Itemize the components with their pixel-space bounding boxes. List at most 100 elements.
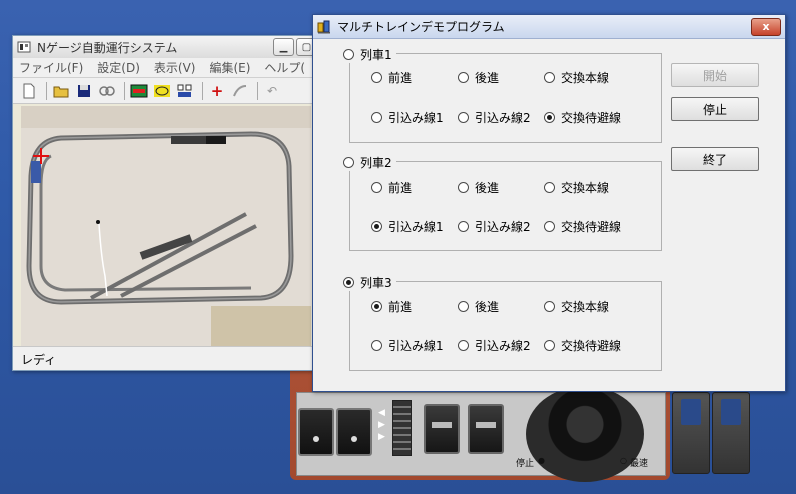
link-icon[interactable] xyxy=(97,81,117,101)
train1-siding2-option[interactable]: 引込み線2 xyxy=(458,109,531,126)
train1-passing-radio[interactable] xyxy=(544,112,555,123)
toolbar-separator xyxy=(202,81,203,100)
curve-tool-icon[interactable] xyxy=(230,81,250,101)
toolbar: + ↶ xyxy=(13,78,321,104)
train1-forward-radio[interactable] xyxy=(371,72,382,83)
stop-button[interactable]: 停止 xyxy=(671,97,759,121)
menu-help[interactable]: ヘルプ( xyxy=(264,59,305,76)
train3-mainline-option[interactable]: 交換本線 xyxy=(544,298,609,315)
menu-edit[interactable]: 編集(E) xyxy=(209,59,250,76)
direction-paddle-1 xyxy=(424,404,460,454)
train2-group xyxy=(349,161,662,251)
console-stop-led-icon: ● xyxy=(538,456,545,465)
menu-view[interactable]: 表示(V) xyxy=(154,59,196,76)
open-folder-icon[interactable] xyxy=(51,81,71,101)
ngauge-titlebar: Nゲージ自動運行システム ▁ ▢ xyxy=(13,36,321,58)
oval-track-icon[interactable] xyxy=(152,81,172,101)
train3-group xyxy=(349,281,662,371)
train3-label: 列車3 xyxy=(360,276,392,290)
undo-icon[interactable]: ↶ xyxy=(262,81,282,101)
app-icon xyxy=(17,41,31,53)
train3-passing-option[interactable]: 交換待避線 xyxy=(544,337,621,354)
train3-reverse-label: 後進 xyxy=(475,300,500,314)
direction-paddle-2 xyxy=(468,404,504,454)
train1-select[interactable]: 列車1 xyxy=(343,46,396,63)
close-icon[interactable]: x xyxy=(751,17,781,36)
train1-mainline-option[interactable]: 交換本線 xyxy=(544,69,609,86)
train2-reverse-radio[interactable] xyxy=(458,182,469,193)
train3-siding2-option[interactable]: 引込み線2 xyxy=(458,337,531,354)
train2-mainline-radio[interactable] xyxy=(544,182,555,193)
speed-fader xyxy=(392,400,412,456)
train1-forward-option[interactable]: 前進 xyxy=(371,69,412,86)
start-button[interactable]: 開始 xyxy=(671,63,759,87)
train1-siding1-label: 引込み線1 xyxy=(388,111,444,125)
train1-passing-option[interactable]: 交換待避線 xyxy=(544,109,621,126)
train3-forward-option[interactable]: 前進 xyxy=(371,298,412,315)
train2-reverse-option[interactable]: 後進 xyxy=(458,179,499,196)
menu-settings[interactable]: 設定(D) xyxy=(97,59,140,76)
new-file-icon[interactable] xyxy=(19,81,39,101)
minimize-button[interactable]: ▁ xyxy=(273,38,294,56)
train3-passing-radio[interactable] xyxy=(544,340,555,351)
triangle-left-icon: ◀ xyxy=(378,408,385,418)
train3-radio[interactable] xyxy=(343,277,354,288)
train2-mainline-option[interactable]: 交換本線 xyxy=(544,179,609,196)
add-marker-icon[interactable]: + xyxy=(207,81,227,101)
train1-reverse-option[interactable]: 後進 xyxy=(458,69,499,86)
train2-siding2-option[interactable]: 引込み線2 xyxy=(458,218,531,235)
console-max-speed-label: 最速 xyxy=(630,459,649,469)
throttle-knob xyxy=(526,386,644,482)
train1-siding1-radio[interactable] xyxy=(371,112,382,123)
train3-forward-label: 前進 xyxy=(388,300,413,314)
train3-mainline-label: 交換本線 xyxy=(561,300,610,314)
save-icon[interactable] xyxy=(74,81,94,101)
dialog-titlebar: マルチトレインデモプログラム x xyxy=(313,15,785,39)
train1-reverse-radio[interactable] xyxy=(458,72,469,83)
train2-passing-option[interactable]: 交換待避線 xyxy=(544,218,621,235)
train2-forward-radio[interactable] xyxy=(371,182,382,193)
console-max-led-icon: ○ xyxy=(620,456,627,465)
train2-siding1-option[interactable]: 引込み線1 xyxy=(371,218,444,235)
train2-siding1-radio[interactable] xyxy=(371,221,382,232)
train3-mainline-radio[interactable] xyxy=(544,301,555,312)
train3-siding1-label: 引込み線1 xyxy=(388,339,444,353)
menu-file[interactable]: ファイル(F) xyxy=(19,59,83,76)
menu-bar: ファイル(F) 設定(D) 表示(V) 編集(E) ヘルプ( xyxy=(13,58,321,78)
side-device-2 xyxy=(712,392,750,474)
train3-siding2-radio[interactable] xyxy=(458,340,469,351)
train3-siding1-radio[interactable] xyxy=(371,340,382,351)
switch-layout-icon[interactable] xyxy=(175,81,195,101)
train2-radio[interactable] xyxy=(343,157,354,168)
train1-label: 列車1 xyxy=(360,48,392,62)
train1-siding2-radio[interactable] xyxy=(458,112,469,123)
layout-camera-view[interactable] xyxy=(21,106,311,346)
train3-reverse-option[interactable]: 後進 xyxy=(458,298,499,315)
train3-forward-radio[interactable] xyxy=(371,301,382,312)
ngauge-window-title: Nゲージ自動運行システム xyxy=(37,40,178,55)
train2-forward-label: 前進 xyxy=(388,181,413,195)
track-layout-image xyxy=(21,106,311,346)
train1-mainline-label: 交換本線 xyxy=(561,71,610,85)
train1-mainline-radio[interactable] xyxy=(544,72,555,83)
rocker-switch-1 xyxy=(298,408,334,456)
train2-siding2-radio[interactable] xyxy=(458,221,469,232)
train1-radio[interactable] xyxy=(343,49,354,60)
train-app-icon xyxy=(317,20,330,33)
train3-select[interactable]: 列車3 xyxy=(343,274,396,291)
train2-forward-option[interactable]: 前進 xyxy=(371,179,412,196)
train3-siding2-label: 引込み線2 xyxy=(475,339,531,353)
train1-passing-label: 交換待避線 xyxy=(561,111,622,125)
train2-passing-radio[interactable] xyxy=(544,221,555,232)
train3-siding1-option[interactable]: 引込み線1 xyxy=(371,337,444,354)
train1-siding1-option[interactable]: 引込み線1 xyxy=(371,109,444,126)
triangle-right-icon: ▶ xyxy=(378,432,385,442)
track-view-icon[interactable] xyxy=(129,81,149,101)
exit-button[interactable]: 終了 xyxy=(671,147,759,171)
train2-label: 列車2 xyxy=(360,156,392,170)
train2-select[interactable]: 列車2 xyxy=(343,154,396,171)
train1-group xyxy=(349,53,662,143)
train3-reverse-radio[interactable] xyxy=(458,301,469,312)
rocker-switch-2 xyxy=(336,408,372,456)
toolbar-separator xyxy=(46,81,47,100)
